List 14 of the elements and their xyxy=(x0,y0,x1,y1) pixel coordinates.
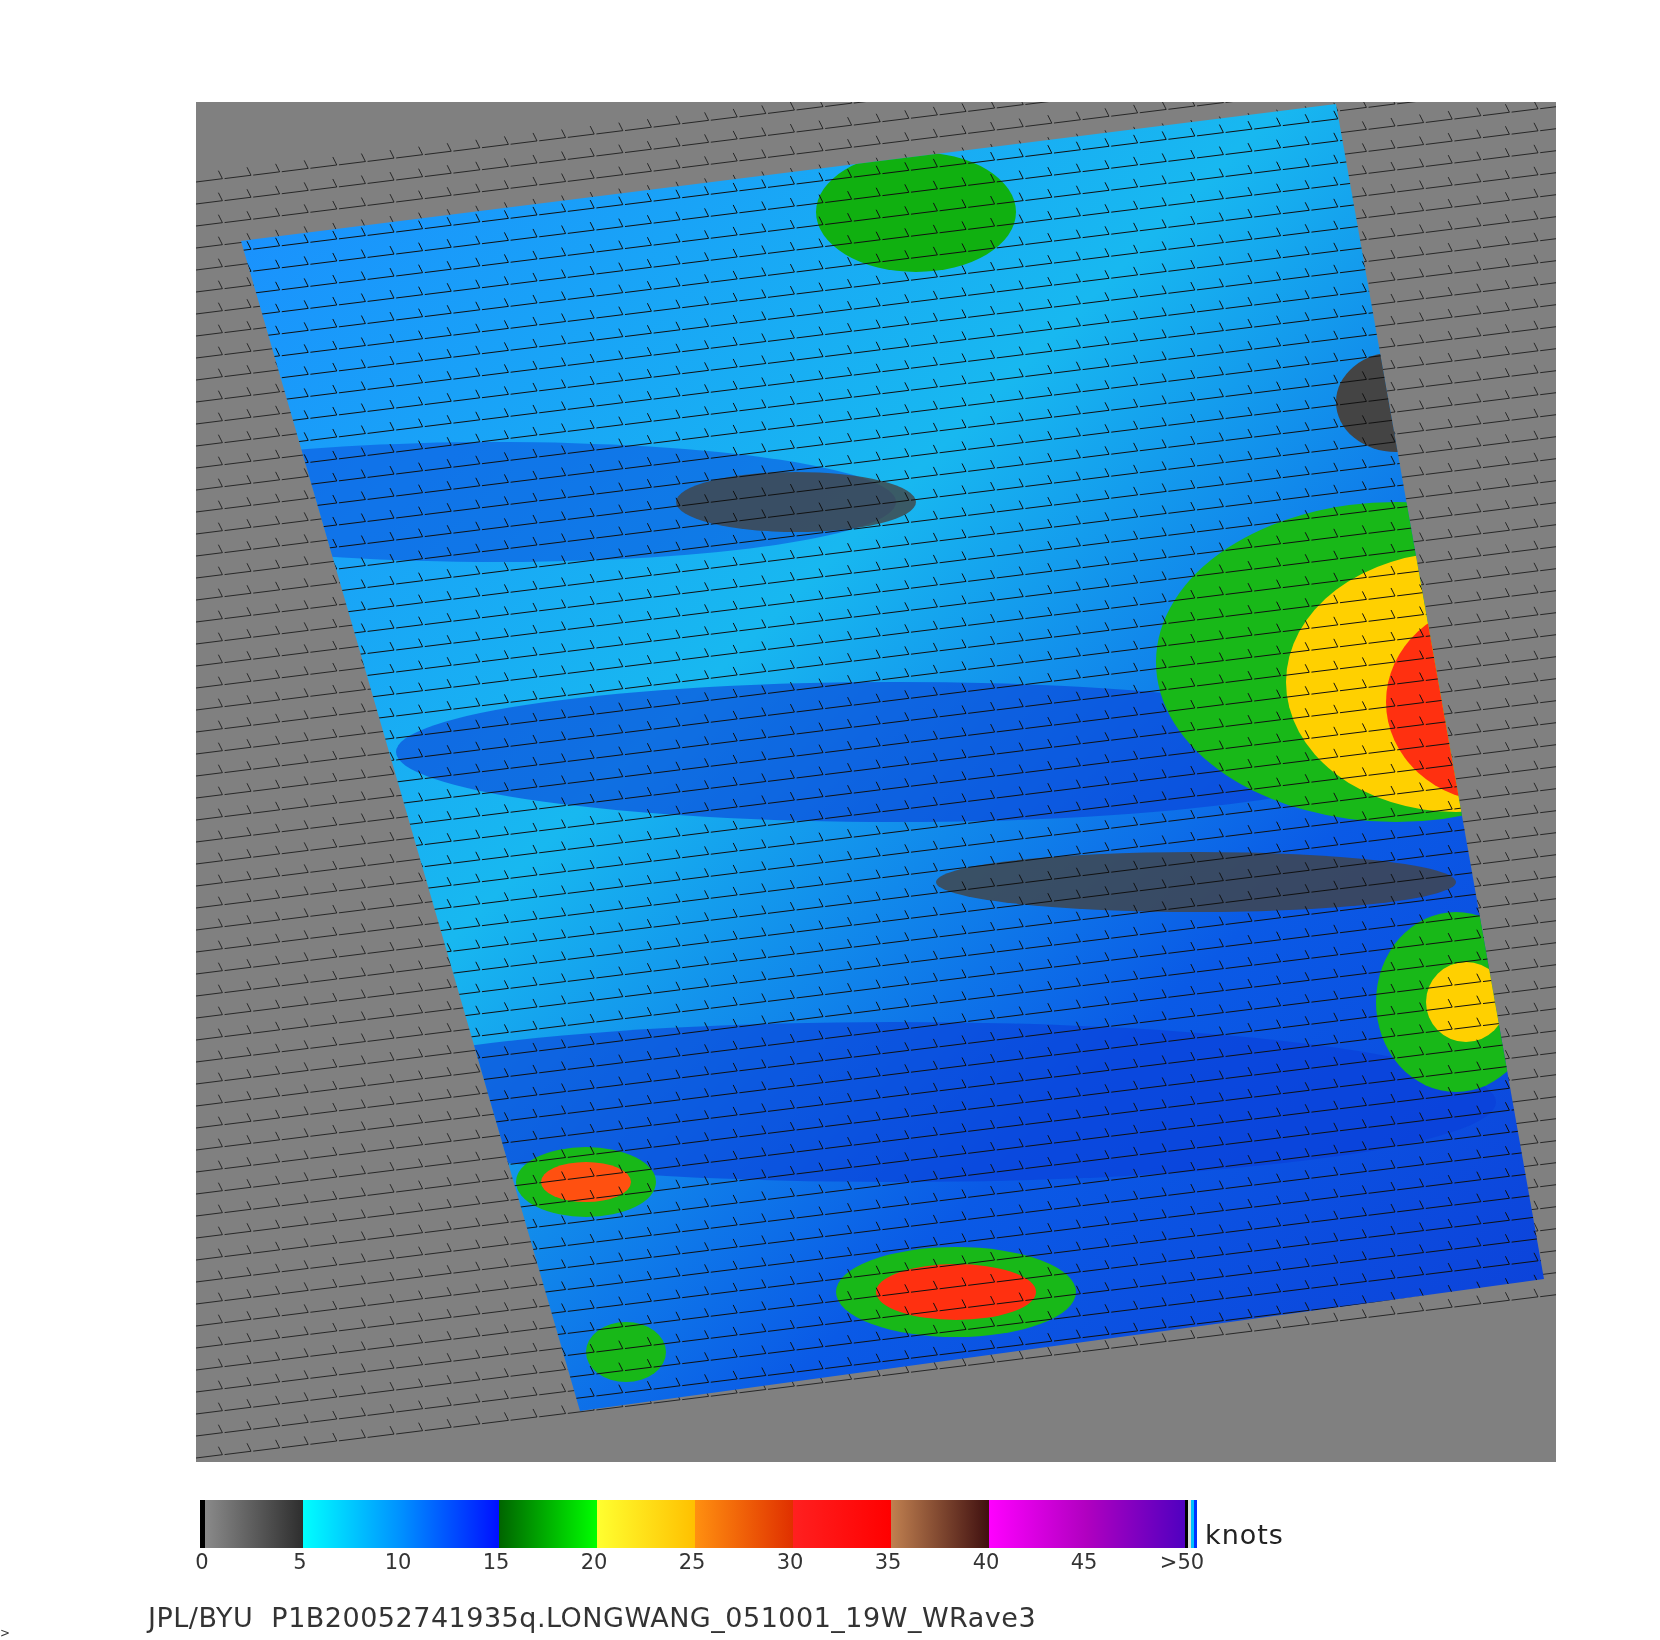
tick-label: 20 xyxy=(579,1550,609,1574)
tick-label: 35 xyxy=(873,1550,903,1574)
tick-label: >50 xyxy=(1158,1550,1206,1574)
unit-label: knots xyxy=(1205,1521,1284,1548)
tick-label: 0 xyxy=(194,1550,210,1574)
edge-mark: > xyxy=(0,1626,11,1640)
tick-label: 15 xyxy=(481,1550,511,1574)
tick-label: 10 xyxy=(383,1550,413,1574)
tick-label: 25 xyxy=(677,1550,707,1574)
tick-label: 5 xyxy=(292,1550,308,1574)
tick-label: 30 xyxy=(775,1550,805,1574)
caption: JPL/BYU P1B20052741935q.LONGWANG_051001_19W_WRave3 xyxy=(148,1602,1038,1633)
tick-label: 45 xyxy=(1069,1550,1099,1574)
tick-label: 40 xyxy=(971,1550,1001,1574)
